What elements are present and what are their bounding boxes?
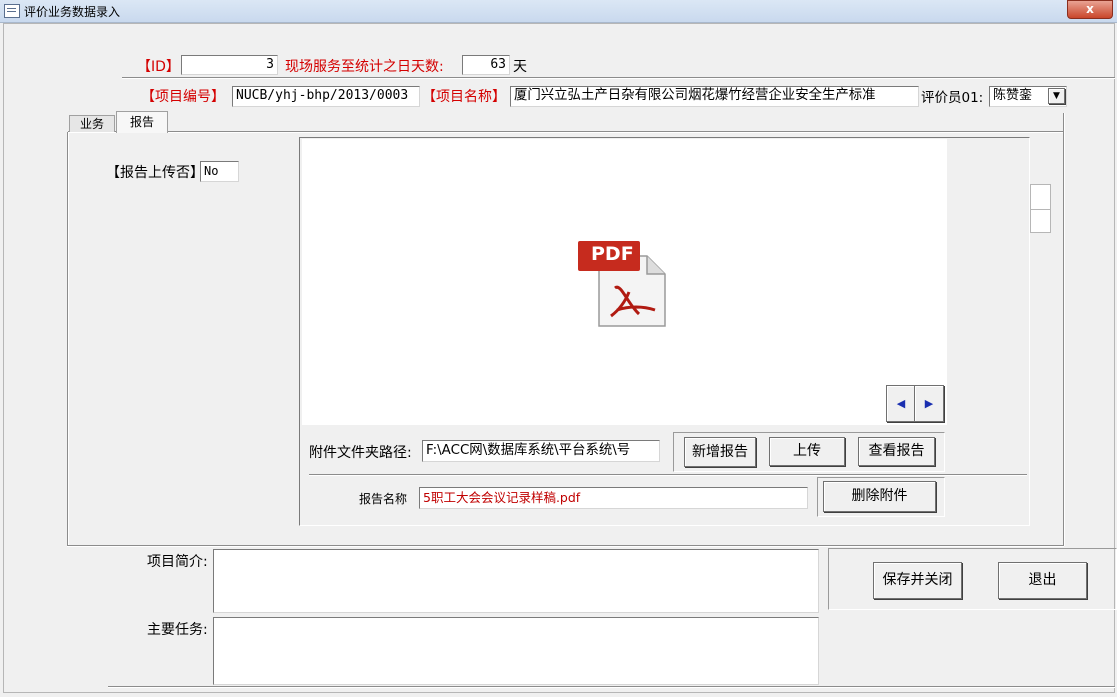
next-arrow-icon[interactable]: ▶	[914, 385, 944, 422]
save-and-close-button[interactable]: 保存并关闭	[873, 562, 962, 599]
folder-path-label: 附件文件夹路径:	[309, 445, 412, 461]
panel-divider	[309, 474, 1027, 476]
close-button[interactable]: x	[1067, 0, 1113, 19]
tab-strip-line	[68, 131, 1065, 133]
project-intro-textarea[interactable]	[213, 549, 819, 613]
report-uploaded-field[interactable]: No	[200, 161, 239, 182]
window-title: 评价业务数据录入	[24, 5, 121, 19]
exit-button[interactable]: 退出	[998, 562, 1087, 599]
delete-attachment-button[interactable]: 删除附件	[823, 481, 936, 512]
side-field-2[interactable]	[1030, 209, 1051, 233]
days-field[interactable]: 63	[462, 55, 510, 75]
main-tasks-textarea[interactable]	[213, 617, 819, 685]
pdf-icon-label: PDF	[591, 243, 634, 265]
header-divider	[122, 77, 1115, 79]
id-label: 【ID】	[137, 59, 180, 75]
close-icon[interactable]: x	[1086, 2, 1094, 16]
new-report-button[interactable]: 新增报告	[684, 437, 756, 467]
project-intro-label: 项目简介:	[147, 554, 208, 570]
side-field-1[interactable]	[1030, 184, 1051, 210]
folder-path-field[interactable]: F:\ACC网\数据库系统\平台系统\号	[422, 440, 660, 462]
project-code-field[interactable]: NUCB/yhj-bhp/2013/0003	[232, 86, 420, 107]
project-name-field[interactable]: 厦门兴立弘土产日杂有限公司烟花爆竹经营企业安全生产标准	[510, 86, 919, 107]
footer-divider	[108, 686, 1115, 688]
days-unit: 天	[513, 59, 527, 75]
evaluator-label: 评价员01:	[921, 90, 984, 106]
main-tasks-label: 主要任务:	[147, 622, 208, 638]
view-report-button[interactable]: 查看报告	[858, 437, 935, 466]
report-name-field[interactable]: 5职工大会会议记录样稿.pdf	[419, 487, 808, 509]
days-label: 现场服务至统计之日天数:	[285, 59, 444, 75]
prev-arrow-icon[interactable]: ◀	[886, 385, 916, 422]
report-uploaded-label: 【报告上传否】	[106, 165, 204, 181]
report-name-label: 报告名称	[359, 492, 408, 506]
title-bar: 评价业务数据录入	[0, 0, 1117, 23]
id-field[interactable]: 3	[181, 55, 278, 75]
window-icon	[4, 4, 20, 18]
evaluator-value: 陈赞銮	[993, 88, 1033, 103]
attachment-preview[interactable]: PDF	[302, 139, 947, 425]
tab-frame-left	[67, 132, 69, 546]
project-code-label: 【项目编号】	[141, 89, 225, 105]
tab-business[interactable]: 业务	[69, 115, 115, 132]
tab-report[interactable]: 报告	[116, 111, 168, 133]
tab-frame-bottom	[67, 545, 1064, 547]
project-name-label: 【项目名称】	[422, 89, 506, 105]
chevron-down-icon[interactable]: ▼	[1048, 88, 1065, 104]
tab-frame-right	[1063, 113, 1065, 546]
upload-button[interactable]: 上传	[769, 437, 845, 466]
